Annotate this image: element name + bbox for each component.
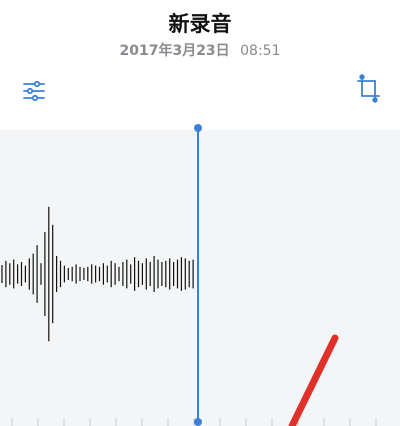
playhead-line[interactable] [197, 126, 199, 426]
recording-title[interactable]: 新录音 [0, 8, 400, 38]
recording-header: 新录音 2017年3月23日 08:51 [0, 0, 400, 128]
waveform-area[interactable] [0, 130, 400, 426]
crop-trim-icon [357, 74, 380, 103]
recording-date: 2017年3月23日 [119, 43, 230, 59]
sliders-icon [23, 80, 45, 102]
recording-time: 08:51 [240, 43, 281, 59]
settings-button[interactable] [19, 76, 49, 106]
waveform [1, 206, 377, 426]
trim-button[interactable] [355, 74, 385, 104]
recording-datetime: 2017年3月23日 08:51 [0, 40, 400, 60]
playhead-top-handle[interactable] [194, 124, 202, 132]
playhead-bottom-handle[interactable] [194, 418, 202, 426]
